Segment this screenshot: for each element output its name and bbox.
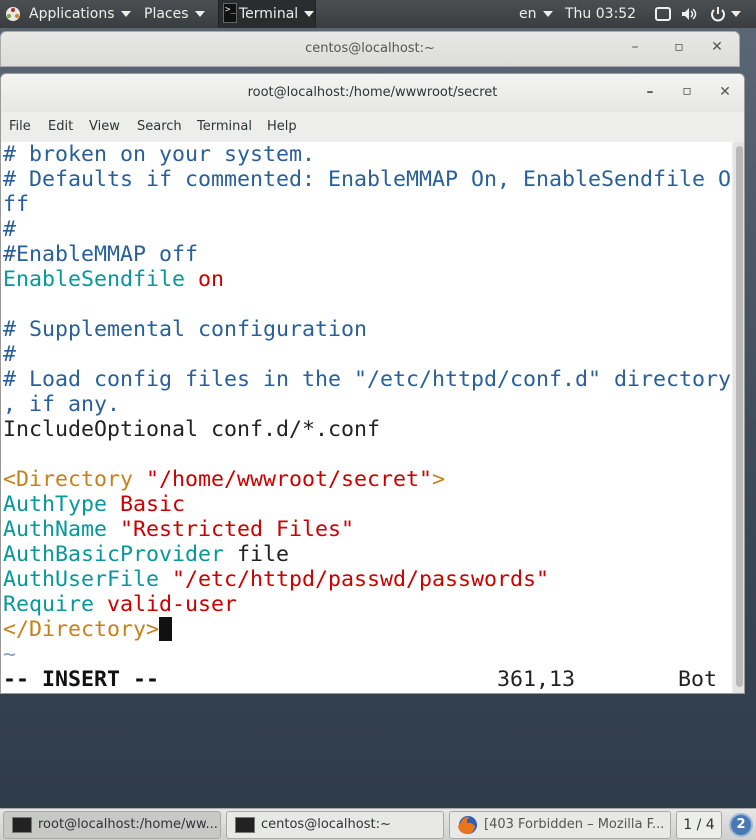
terminal-app-label: Terminal [239, 6, 299, 22]
editor-line: EnableSendfile on [3, 267, 224, 292]
editor-line: AuthBasicProvider file [3, 542, 289, 567]
directive-value: on [198, 267, 225, 292]
terminal-icon [12, 817, 32, 833]
chevron-down-icon [542, 11, 553, 17]
scroll-position: Bot [678, 667, 718, 692]
editor-line: # [3, 217, 17, 242]
menu-file[interactable]: File [9, 119, 31, 134]
task-root-terminal[interactable]: root@localhost:/home/ww... [3, 811, 221, 839]
editor-line: # broken on your system. [3, 142, 316, 167]
close-icon[interactable]: ✕ [708, 39, 726, 55]
directive-value: "/etc/httpd/passwd/passwords" [172, 567, 550, 592]
editor-line: IncludeOptional conf.d/*.conf [3, 417, 381, 442]
directive-keyword: AuthName [3, 517, 108, 542]
directive-value: valid-user [107, 592, 238, 617]
terminal-window[interactable]: root@localhost:/home/wwwroot/secret – ▫ … [0, 73, 745, 694]
directive-value: file [237, 542, 290, 567]
terminal-app-menu[interactable]: >_ Terminal [218, 0, 316, 28]
notification-badge[interactable]: 2 [729, 813, 753, 837]
volume-icon[interactable] [680, 5, 698, 23]
chevron-down-icon [120, 11, 131, 17]
tag-open: <Directory [3, 467, 147, 492]
editor-line: #EnableMMAP off [3, 242, 199, 267]
editor-line: Require valid-user [3, 592, 237, 617]
chevron-down-icon [194, 11, 205, 17]
applications-icon [6, 7, 20, 21]
terminal-icon: >_ [223, 3, 237, 23]
background-terminal-window[interactable]: centos@localhost:~ – ▫ ✕ [0, 31, 740, 67]
editor-line: <Directory "/home/wwwroot/secret"> [3, 467, 445, 492]
chevron-down-icon [304, 11, 315, 17]
editor-line: ff [3, 192, 30, 217]
places-menu[interactable]: Places [144, 0, 205, 28]
task-label: root@localhost:/home/ww... [38, 817, 218, 832]
text-cursor [159, 617, 173, 641]
editor-line: # Load config files in the "/etc/httpd/c… [3, 367, 732, 392]
task-firefox[interactable]: [403 Forbidden – Mozilla F... [449, 811, 671, 839]
menu-bar: File Edit View Search Terminal Help [1, 112, 744, 140]
menu-search[interactable]: Search [137, 119, 182, 134]
workspace-indicator[interactable]: 1 / 4 [676, 811, 722, 839]
scrollbar-thumb[interactable] [736, 146, 743, 687]
menu-edit[interactable]: Edit [48, 119, 73, 134]
terminal-icon [235, 817, 255, 833]
firefox-icon [458, 816, 477, 834]
editor-line: # Supplemental configuration [3, 317, 368, 342]
clock[interactable]: Thu 03:52 [565, 0, 636, 28]
window-titlebar[interactable]: root@localhost:/home/wwwroot/secret – ▫ … [1, 74, 744, 112]
editor-line: AuthUserFile "/etc/httpd/passwd/password… [3, 567, 549, 592]
directive-keyword: AuthUserFile [3, 567, 160, 592]
directive-keyword: AuthType [3, 492, 108, 517]
maximize-icon[interactable]: ▫ [670, 39, 688, 55]
editor-line: AuthType Basic [3, 492, 185, 517]
task-label: [403 Forbidden – Mozilla F... [484, 817, 665, 832]
maximize-icon[interactable]: ▫ [678, 83, 696, 99]
directive-value: Basic [120, 492, 186, 517]
editor-line: AuthName "Restricted Files" [3, 517, 354, 542]
language-label: en [519, 6, 537, 22]
close-icon[interactable]: ✕ [716, 84, 734, 100]
clock-label: Thu 03:52 [565, 6, 637, 22]
task-centos-terminal[interactable]: centos@localhost:~ [226, 811, 444, 839]
places-label: Places [144, 6, 189, 22]
chevron-down-icon[interactable] [731, 11, 741, 17]
terminal-content[interactable]: # broken on your system. # Defaults if c… [1, 142, 732, 693]
directive-keyword: AuthBasicProvider [3, 542, 225, 567]
editor-line: # [3, 342, 17, 367]
top-panel: Applications Places >_ Terminal en Thu 0… [0, 0, 756, 28]
minimize-icon[interactable]: – [641, 84, 659, 100]
window-icon[interactable] [654, 5, 672, 23]
editor-line: # Defaults if commented: EnableMMAP On, … [3, 167, 732, 192]
directive-keyword: EnableSendfile [3, 267, 186, 292]
scrollbar[interactable] [733, 142, 744, 693]
minimize-icon[interactable]: – [626, 39, 644, 55]
tag-close-directory: </Directory> [3, 617, 160, 642]
taskbar: root@localhost:/home/ww... centos@localh… [0, 808, 756, 840]
menu-view[interactable]: View [89, 119, 120, 134]
directive-value: "Restricted Files" [120, 517, 355, 542]
editor-line: , if any. [3, 392, 121, 417]
cursor-position: 361,13 [497, 667, 576, 692]
applications-label: Applications [29, 6, 115, 22]
vim-mode-indicator: -- INSERT -- [3, 667, 160, 692]
menu-terminal[interactable]: Terminal [197, 119, 252, 134]
directive-keyword: Require [3, 592, 95, 617]
editor-line: </Directory> [3, 617, 173, 642]
applications-menu[interactable]: Applications [29, 0, 131, 28]
window-title: root@localhost:/home/wwwroot/secret [247, 85, 498, 100]
directory-path: "/home/wwwroot/secret" [146, 467, 433, 492]
empty-line-marker: ~ [3, 642, 17, 667]
language-selector[interactable]: en [519, 0, 553, 28]
tag-close: > [432, 467, 446, 492]
menu-help[interactable]: Help [267, 119, 297, 134]
task-label: centos@localhost:~ [261, 817, 391, 832]
power-icon[interactable] [709, 5, 727, 23]
